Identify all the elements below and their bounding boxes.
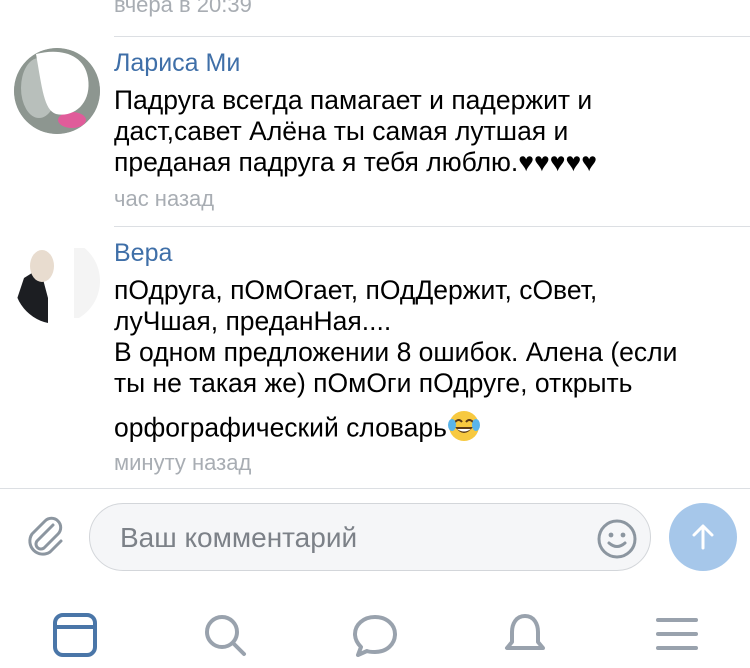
comment-time: минуту назад [114, 450, 252, 475]
comment-item: Лариса Ми Падруга всегда памагает и паде… [0, 36, 750, 226]
comment-text: пОдруга, пОмОгает, пОдДержит, сОвет, луЧ… [114, 275, 744, 450]
smiley-icon[interactable] [596, 518, 638, 560]
comment-author[interactable]: Вера [114, 238, 172, 268]
avatar[interactable] [14, 238, 100, 324]
comment-text-line-with-emoji: орфографический словарь [114, 409, 744, 450]
comment-text-line: даст,савет Алёна ты самая лутшая и [114, 116, 569, 146]
comment-text-line: луЧшая, преданНая.... [114, 306, 392, 336]
comment-input-placeholder: Ваш комментарий [120, 522, 358, 553]
comment-author[interactable]: Лариса Ми [114, 48, 240, 78]
avatar-image [14, 238, 100, 324]
messages-icon[interactable] [352, 612, 408, 668]
comment-text-line: пОдруга, пОмОгает, пОдДержит, сОвет, [114, 275, 598, 305]
bottom-tab-bar [0, 598, 750, 657]
comment-text-line: В одном предложении 8 ошибок. Алена (есл… [114, 337, 678, 367]
comment-text-line: Падруга всегда памагает и падержит и [114, 85, 593, 115]
news-icon[interactable] [52, 612, 108, 668]
previous-comment-time: вчера в 20:39 [114, 0, 252, 17]
comment-text-line: орфографический словарь [114, 412, 447, 443]
avatar-image [14, 48, 100, 134]
comment-input[interactable]: Ваш комментарий [89, 503, 651, 571]
send-button[interactable] [669, 503, 737, 571]
comment-time: час назад [114, 186, 215, 211]
comment-item: Вера пОдруга, пОмОгает, пОдДержит, сОвет… [0, 226, 750, 488]
avatar[interactable] [14, 48, 100, 134]
search-icon[interactable] [202, 612, 258, 668]
paperclip-icon[interactable] [20, 510, 70, 560]
notifications-icon[interactable] [502, 612, 558, 668]
face-with-tears-of-joy-emoji [447, 409, 481, 450]
menu-icon[interactable] [654, 612, 710, 668]
comment-text: Падруга всегда памагает и падержит и дас… [114, 85, 744, 178]
comment-text-line: ты не такая же) пОмОги пОдруге, открыть [114, 368, 633, 398]
arrow-up-icon [692, 524, 714, 550]
comment-text-line: преданая падруга я тебя люблю.♥♥♥♥♥ [114, 147, 597, 177]
comment-composer: Ваш комментарий [0, 488, 750, 588]
